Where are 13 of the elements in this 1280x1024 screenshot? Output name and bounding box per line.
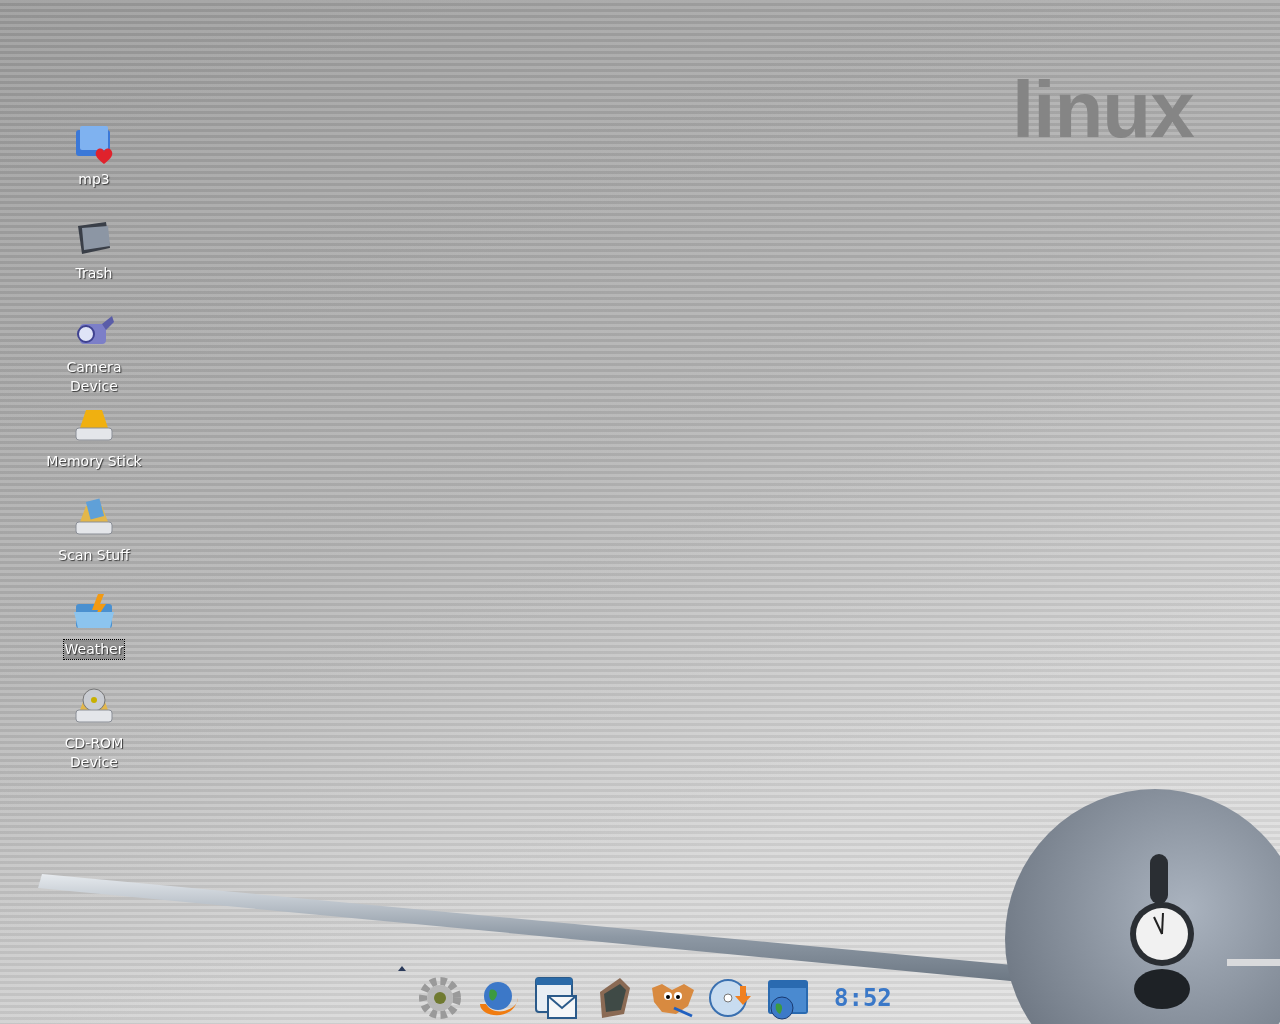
- desktop-icon-label[interactable]: Scan Stuff: [57, 546, 131, 565]
- gear-icon: [416, 974, 464, 1022]
- calendar-mail-icon: [532, 974, 580, 1022]
- desktop-icon-label[interactable]: Memory Stick: [45, 452, 143, 471]
- desktop-icon-label[interactable]: CD-ROM Device: [44, 734, 144, 772]
- launcher-button[interactable]: [532, 974, 580, 1022]
- panel-clock[interactable]: 8:52: [834, 984, 892, 1022]
- desktop-icon-label[interactable]: Weather: [63, 640, 125, 659]
- desktop-icon-label[interactable]: Camera Device: [44, 358, 144, 396]
- launcher-button[interactable]: [416, 974, 464, 1022]
- desktop-icon-label[interactable]: Trash: [74, 264, 114, 283]
- desktop-icon-label[interactable]: mp3: [77, 170, 111, 189]
- panel-arrow-up-icon[interactable]: [398, 966, 406, 971]
